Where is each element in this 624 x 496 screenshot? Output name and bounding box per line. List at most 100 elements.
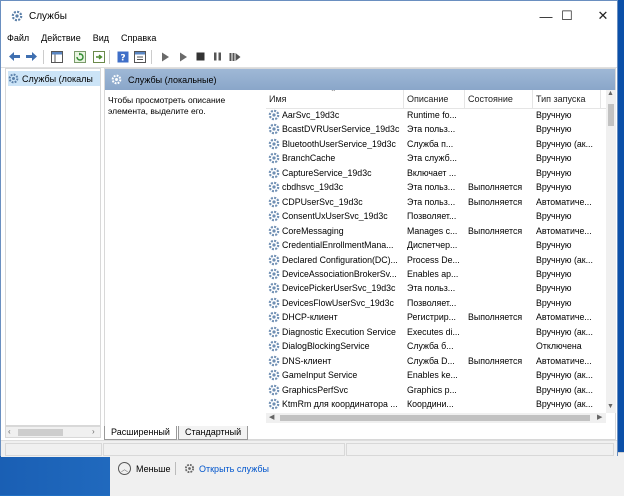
restart-service-icon[interactable] (228, 50, 241, 63)
service-description: Диспетчер... (407, 240, 458, 251)
table-row[interactable]: DNS-клиент Служба D... Выполняется Автомати… (266, 354, 606, 369)
table-row[interactable]: AarSvc_19d3c Runtime fo... Вручную (266, 108, 606, 123)
column-header-startup-type[interactable]: Тип запуска (536, 94, 586, 104)
table-row[interactable]: ConsentUxUserSvc_19d3c Позволяет... Вручну… (266, 209, 606, 224)
menu-view[interactable]: Вид (87, 31, 115, 46)
service-startup-type: Вручную (ак... (536, 254, 593, 265)
service-name: CaptureService_19d3c (282, 167, 372, 178)
fewer-details-button[interactable]: ︿ Меньше (118, 462, 171, 475)
scroll-right-icon[interactable]: ▶ (597, 413, 602, 421)
status-bar (1, 440, 617, 457)
table-row[interactable]: CaptureService_19d3c Включает ... Вручную (266, 166, 606, 181)
table-row[interactable]: GraphicsPerfSvc Graphics p... Вручную (ак.… (266, 383, 606, 398)
table-row[interactable]: DialogBlockingService Служба б... Отключен… (266, 339, 606, 354)
table-row[interactable]: cbdhsvc_19d3c Эта польз... Выполняется Вруч… (266, 180, 606, 195)
service-status: Выполняется (468, 225, 523, 236)
column-divider[interactable] (403, 90, 404, 108)
service-gear-icon (268, 311, 280, 323)
table-row[interactable]: CredentialEnrollmentMana... Диспетчер... В… (266, 238, 606, 253)
table-row[interactable]: Declared Configuration(DC)... Process De.… (266, 253, 606, 268)
table-row[interactable]: Diagnostic Execution Service Executes di.… (266, 325, 606, 340)
service-description: Включает ... (407, 167, 457, 178)
service-name: GraphicsPerfSvc (282, 384, 348, 395)
pause-service-icon[interactable] (211, 50, 224, 63)
help-icon[interactable]: ? (116, 50, 129, 63)
maximize-button[interactable]: ☐ (548, 1, 586, 31)
table-vertical-scrollbar[interactable]: ▲ ▼ (606, 90, 616, 413)
service-gear-icon (268, 109, 280, 121)
window-title: Службы (29, 11, 67, 22)
title-bar[interactable]: Службы — ☐ ✕ (1, 1, 617, 31)
column-divider[interactable] (600, 90, 601, 108)
table-row[interactable]: DevicePickerUserSvc_19d3c Эта польз... Вру… (266, 281, 606, 296)
forward-arrow-icon[interactable] (25, 50, 38, 63)
service-name: KtmRm для координатора ... (282, 399, 398, 409)
tab-standard[interactable]: Стандартный (178, 426, 249, 440)
service-name: Diagnostic Execution Service (282, 326, 396, 337)
service-description: Служба п... (407, 138, 454, 149)
table-row[interactable]: BranchCache Эта служб... Вручную (266, 151, 606, 166)
service-name: BranchCache (282, 153, 336, 164)
menu-file[interactable]: Файл (1, 31, 35, 46)
table-row[interactable]: DevicesFlowUserSvc_19d3c Позволяет... Вруч… (266, 296, 606, 311)
service-startup-type: Вручную (ак... (536, 326, 593, 337)
service-gear-icon (268, 225, 280, 237)
back-arrow-icon[interactable] (8, 50, 21, 63)
column-header-name[interactable]: Имя (269, 94, 287, 104)
description-text: Чтобы просмотреть описание элемента, выд… (108, 95, 226, 116)
table-row[interactable]: CDPUserSvc_19d3c Эта польз... Выполняется А… (266, 195, 606, 210)
toolbar-separator (43, 50, 44, 64)
pane-header: Службы (локальные) (105, 69, 615, 90)
tab-extended[interactable]: Расширенный (104, 426, 177, 440)
table-row[interactable]: DeviceAssociationBrokerSv... Enables ap..… (266, 267, 606, 282)
column-divider[interactable] (464, 90, 465, 108)
service-description: Эта польз... (407, 182, 456, 193)
table-row[interactable]: KtmRm для координатора ... Координи... Вру… (266, 397, 606, 412)
services-app-icon (11, 10, 23, 22)
properties-icon[interactable] (133, 50, 146, 63)
service-name: Declared Configuration(DC)... (282, 254, 398, 265)
services-table: ⌃ Имя Описание Состояние Тип запуска Aar… (266, 90, 606, 413)
column-header-description[interactable]: Описание (407, 94, 448, 104)
service-description: Enables ke... (407, 370, 458, 381)
column-divider[interactable] (532, 90, 533, 108)
scroll-up-icon[interactable]: ▲ (607, 90, 614, 97)
service-status: Выполняется (468, 182, 523, 193)
open-services-link[interactable]: Открыть службы (184, 463, 269, 474)
start-service-icon[interactable] (159, 50, 172, 63)
service-description: Координи... (407, 399, 454, 409)
table-horizontal-scrollbar[interactable]: ◀ ▶ (266, 413, 606, 423)
close-button[interactable]: ✕ (584, 1, 622, 31)
tree-node-label: Службы (локалы (22, 73, 93, 84)
stop-service-icon[interactable] (194, 50, 207, 63)
start-service-alt-icon[interactable] (177, 50, 190, 63)
scroll-thumb[interactable] (608, 104, 614, 126)
tree-node-services-local[interactable]: Службы (локалы (8, 71, 100, 86)
scroll-down-icon[interactable]: ▼ (607, 403, 614, 410)
scroll-right-icon[interactable]: › (92, 427, 95, 436)
gear-icon (111, 74, 122, 85)
column-header-status[interactable]: Состояние (468, 94, 513, 104)
export-list-icon[interactable] (92, 50, 105, 63)
open-services-label: Открыть службы (199, 463, 269, 474)
menu-action[interactable]: Действие (35, 31, 87, 46)
table-header: ⌃ Имя Описание Состояние Тип запуска (266, 90, 606, 109)
console-tree-icon[interactable] (50, 50, 63, 63)
scroll-thumb[interactable] (280, 415, 590, 421)
menu-help[interactable]: Справка (115, 31, 162, 46)
service-name: BluetoothUserService_19d3c (282, 138, 396, 149)
tree-horizontal-scrollbar[interactable]: ‹ › (5, 426, 101, 438)
refresh-icon[interactable] (73, 50, 86, 63)
svg-text:?: ? (120, 53, 125, 63)
pane-header-title: Службы (локальные) (128, 74, 217, 85)
scroll-left-icon[interactable]: ‹ (8, 427, 11, 436)
scroll-thumb[interactable] (18, 429, 63, 436)
table-row[interactable]: CoreMessaging Manages c... Выполняется Авто… (266, 224, 606, 239)
table-row[interactable]: DHCP-клиент Регистрир... Выполняется Автома… (266, 310, 606, 325)
table-row[interactable]: BcastDVRUserService_19d3c Эта польз... Вру… (266, 122, 606, 137)
service-gear-icon (268, 181, 280, 193)
table-row[interactable]: BluetoothUserService_19d3c Служба п... Вру… (266, 137, 606, 152)
chevron-up-icon: ︿ (118, 462, 131, 475)
table-row[interactable]: GameInput Service Enables ke... Вручную (а… (266, 368, 606, 383)
scroll-left-icon[interactable]: ◀ (269, 413, 274, 421)
